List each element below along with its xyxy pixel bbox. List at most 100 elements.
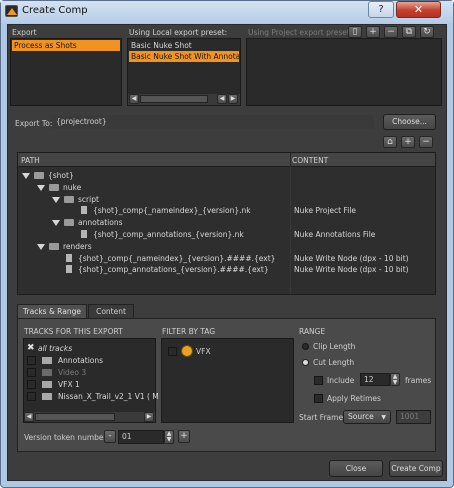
close-button[interactable]: Close (329, 460, 383, 477)
file-icon (81, 230, 87, 238)
tree-row[interactable]: {shot}_comp_annotations_{version}.####.{… (18, 264, 435, 275)
apply-retimes-checkbox[interactable] (314, 394, 323, 403)
track-item[interactable]: Video 3 (26, 367, 154, 378)
tree-header: PATH CONTENT (18, 153, 435, 167)
remove-preset-icon[interactable]: − (384, 26, 398, 38)
expand-arrow-icon[interactable] (22, 173, 30, 179)
start-frame-label: Start Frame (299, 413, 344, 422)
tree-row[interactable]: script (18, 194, 435, 205)
tracks-hscrollbar[interactable]: ◀ ▶ (24, 412, 155, 422)
tracks-scroll-left-icon[interactable]: ◀ (24, 412, 34, 422)
tree-row[interactable]: {shot} (18, 170, 435, 181)
cut-length-label: Cut Length (313, 358, 355, 367)
header-divider (290, 153, 291, 167)
file-icon (81, 206, 87, 215)
scroll-left-icon-2[interactable]: ◀ (217, 94, 227, 104)
tree-row[interactable]: annotations (18, 217, 435, 228)
version-increment-button[interactable]: + (178, 430, 190, 443)
include-checkbox[interactable] (314, 376, 323, 385)
document-icon[interactable]: ▯ (348, 26, 362, 38)
track-checkbox[interactable] (27, 356, 36, 365)
file-icon (66, 265, 72, 274)
tag-vfx-checkbox[interactable] (168, 347, 177, 356)
include-frames-input[interactable]: 12 (360, 373, 390, 386)
version-token-input[interactable]: 01 (118, 430, 164, 444)
tree-row-path: {shot}_comp_annotations_{version}.nk (93, 230, 244, 239)
tree-row[interactable]: renders (18, 241, 435, 252)
apply-retimes-label: Apply Retimes (327, 394, 381, 403)
version-token-label: Version token number (24, 433, 107, 442)
export-to-field[interactable]: {projectroot} (52, 115, 374, 129)
local-preset-basic-nuke-shot[interactable]: Basic Nuke Shot (129, 40, 239, 51)
copy-preset-icon[interactable]: ⧉ (402, 26, 416, 38)
track-item[interactable]: VFX 1 (26, 379, 154, 390)
clip-length-radio[interactable] (302, 343, 309, 350)
track-icon (42, 381, 52, 388)
tracks-scroll-thumb[interactable] (35, 413, 115, 421)
tree-row-content: Nuke Project File (294, 206, 357, 216)
project-preset-list (246, 38, 442, 106)
export-list: Process as Shots (10, 38, 122, 106)
refresh-preset-icon[interactable]: ↻ (420, 26, 434, 38)
track-label: Annotations (58, 356, 104, 365)
window-close-button[interactable]: ✕ (396, 1, 441, 18)
remove-item-icon[interactable]: − (419, 136, 433, 148)
export-structure-tree: PATH CONTENT {shot} nuke script {shot}_comp… (17, 152, 436, 295)
tracks-scroll-right-icon[interactable]: ▶ (144, 412, 154, 422)
folder-icon (49, 183, 59, 191)
export-to-label: Export To: (15, 119, 53, 128)
start-frame-source-select[interactable]: Source ▼ (343, 410, 391, 424)
filter-by-tag-label: FILTER BY TAG (162, 327, 216, 336)
include-spinner-icon[interactable]: ▲ ▼ (390, 373, 400, 386)
export-item-process-as-shots[interactable]: Process as Shots (12, 40, 120, 51)
include-label: Include (327, 376, 355, 385)
scroll-left-icon[interactable]: ◀ (129, 94, 139, 104)
folder-icon (64, 195, 74, 203)
clip-length-label: Clip Length (313, 342, 356, 351)
tab-tracks-range[interactable]: Tracks & Range (17, 304, 87, 318)
tree-row[interactable]: nuke (18, 182, 435, 193)
track-item[interactable]: ✖ all tracks (26, 343, 154, 354)
version-spinner-icon[interactable]: ▲ ▼ (164, 430, 174, 444)
add-preset-icon[interactable]: + (366, 26, 380, 38)
track-checkbox[interactable] (27, 392, 36, 401)
version-decrement-button[interactable]: - (104, 430, 116, 443)
scroll-thumb[interactable] (140, 95, 208, 103)
create-comp-button[interactable]: Create Comp (389, 460, 443, 477)
expand-arrow-icon[interactable] (37, 243, 45, 250)
checked-x-icon[interactable]: ✖ (27, 343, 35, 354)
export-label: Export (12, 28, 37, 37)
start-frame-input[interactable]: 1001 (396, 410, 431, 424)
tree-row[interactable]: {shot}_comp{_nameindex}_{version}.nk Nuke… (18, 205, 435, 216)
tracks-list: ✖ all tracks Annotations Video 3 VFX 1 Nissan… (23, 338, 159, 423)
expand-arrow-icon[interactable] (52, 220, 60, 227)
cut-length-radio[interactable] (302, 359, 309, 366)
track-label: all tracks (38, 344, 73, 353)
folder-add-icon[interactable]: ⌂ (383, 136, 397, 148)
tree-row[interactable]: {shot}_comp{_nameindex}_{version}.####.{… (18, 253, 435, 264)
track-checkbox[interactable] (27, 368, 36, 377)
content-column-header[interactable]: CONTENT (292, 156, 328, 165)
track-item[interactable]: Annotations (26, 355, 154, 366)
tag-list: VFX (161, 338, 294, 423)
local-preset-hscrollbar[interactable]: ◀ ◀ ▶ (128, 94, 240, 105)
tree-row-path: {shot}_comp{_nameindex}_{version}.nk (93, 206, 251, 216)
project-preset-label: Using Project export preset: (248, 28, 353, 37)
local-preset-basic-nuke-shot-annotations[interactable]: Basic Nuke Shot With Annotations (129, 51, 239, 62)
expand-arrow-icon[interactable] (52, 196, 60, 203)
help-button[interactable]: ? (368, 1, 394, 18)
vfx-tag-icon (181, 345, 193, 357)
tree-row-content: Nuke Write Node (dpx - 10 bit) (294, 265, 409, 275)
start-frame-source-value: Source (348, 412, 374, 421)
choose-button[interactable]: Choose... (383, 114, 436, 130)
track-label: Video 3 (58, 368, 87, 377)
add-item-icon[interactable]: + (401, 136, 415, 148)
tab-content[interactable]: Content (88, 304, 134, 318)
track-checkbox[interactable] (27, 380, 36, 389)
track-item[interactable]: Nissan_X_Trail_v2_1 V1 ( M (26, 391, 159, 402)
folder-icon (49, 242, 59, 250)
expand-arrow-icon[interactable] (37, 184, 45, 191)
path-column-header[interactable]: PATH (21, 156, 40, 165)
scroll-right-icon[interactable]: ▶ (228, 94, 238, 104)
tree-row[interactable]: {shot}_comp_annotations_{version}.nk Nuke… (18, 229, 435, 240)
